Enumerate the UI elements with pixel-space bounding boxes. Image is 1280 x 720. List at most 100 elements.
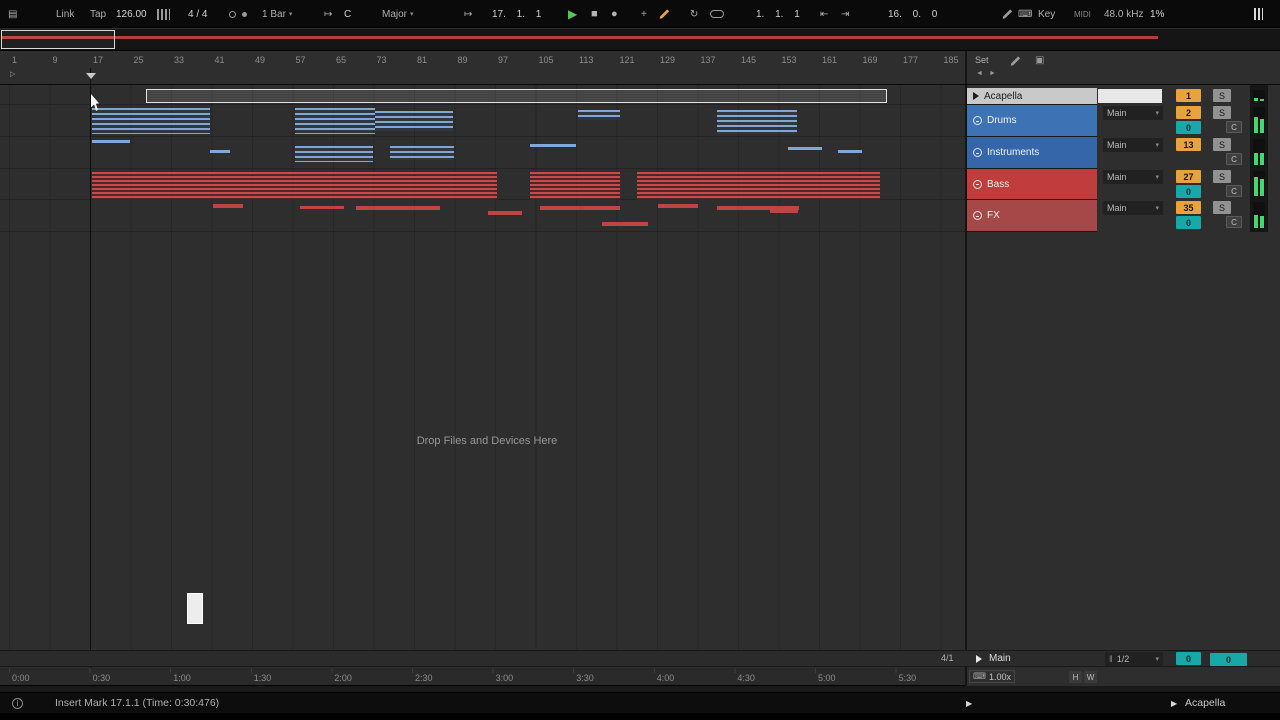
grid-interval-selector[interactable]: ‖ 1/2 ▾ xyxy=(1105,652,1163,666)
time-signature-field[interactable]: 4 / 4 xyxy=(188,0,207,28)
record-button[interactable]: ● xyxy=(611,0,618,28)
scale-menu[interactable]: Major ▾ xyxy=(382,0,414,28)
draw-mode-button[interactable] xyxy=(658,0,670,28)
marker-draw-icon[interactable] xyxy=(1009,55,1021,66)
arrangement-grid[interactable] xyxy=(0,85,965,650)
punch-out-icon[interactable]: ⇥ xyxy=(841,0,849,28)
time-signature-marker[interactable]: 4/1 xyxy=(941,653,954,663)
insert-marker-icon[interactable] xyxy=(86,73,96,79)
output-routing-selector[interactable]: Main ▾ xyxy=(1103,201,1163,215)
loop-start-field[interactable]: 1. 1. 1 xyxy=(756,0,800,28)
clip-instruments[interactable] xyxy=(530,144,576,147)
track-title-fx[interactable]: FX xyxy=(967,200,1097,231)
midi-map-button[interactable]: MIDI xyxy=(1074,0,1091,28)
master-pan-box[interactable]: 0 xyxy=(1176,652,1201,665)
crossfader-box[interactable]: 0 xyxy=(1210,653,1247,666)
clip-drums[interactable] xyxy=(375,111,453,131)
new-button[interactable]: + xyxy=(641,0,647,28)
output-routing-selector[interactable]: Main ▾ xyxy=(1103,138,1163,152)
channel-number-box[interactable]: 27 xyxy=(1176,170,1201,183)
clip-fx[interactable] xyxy=(488,211,522,215)
clip-fx[interactable] xyxy=(300,206,344,209)
track-title-instruments[interactable]: Instruments xyxy=(967,137,1097,168)
loop-start-marker-icon[interactable]: ▷ xyxy=(10,70,15,78)
crossfade-assign-button[interactable]: C xyxy=(1226,121,1242,133)
clip-drums[interactable] xyxy=(92,108,210,134)
clip-bass[interactable] xyxy=(92,172,497,200)
clip-drums[interactable] xyxy=(717,110,797,134)
link-button[interactable]: Link xyxy=(56,0,74,28)
solo-button[interactable]: S xyxy=(1213,89,1231,102)
crossfade-assign-button[interactable]: C xyxy=(1226,216,1242,228)
zoom-readout[interactable]: ⌨ 1.00x xyxy=(969,670,1016,683)
time-ruler[interactable]: 0:00 0:30 1:00 1:30 2:00 2:30 3:00 3:30 4:00 4:30… xyxy=(0,668,965,686)
unfold-icon[interactable] xyxy=(973,116,982,125)
key-map-button[interactable]: Key xyxy=(1038,0,1055,28)
overview-zoom-window[interactable] xyxy=(1,30,115,49)
follow-icon[interactable]: ↦ xyxy=(324,0,332,28)
clip-instruments[interactable] xyxy=(92,140,130,143)
metronome-icon[interactable] xyxy=(229,0,247,28)
channel-number-box[interactable]: 13 xyxy=(1176,138,1201,151)
clip-instruments[interactable] xyxy=(838,150,862,153)
clip-instruments[interactable] xyxy=(210,150,230,153)
unfold-icon[interactable] xyxy=(973,211,982,220)
solo-button[interactable]: S xyxy=(1213,138,1231,151)
key-root-field[interactable]: C xyxy=(344,0,351,28)
optimize-width-button[interactable]: W xyxy=(1084,671,1097,683)
master-track-name[interactable]: Main xyxy=(989,653,1011,664)
next-marker-icon[interactable]: ► xyxy=(989,70,996,77)
clip-instruments[interactable] xyxy=(390,146,454,160)
groove-amount-icon[interactable] xyxy=(157,0,170,28)
loop-toggle-icon[interactable] xyxy=(710,0,724,28)
fold-icon[interactable] xyxy=(976,655,982,663)
loop-length-field[interactable]: 16. 0. 0 xyxy=(888,0,937,28)
dragged-clip[interactable] xyxy=(187,593,203,624)
track-title-bass[interactable]: Bass xyxy=(967,169,1097,199)
crossfade-assign-button[interactable]: C xyxy=(1226,185,1242,197)
draw-icon[interactable] xyxy=(1001,0,1013,28)
solo-button[interactable]: S xyxy=(1213,170,1231,183)
clip-instruments[interactable] xyxy=(295,146,373,162)
clip-drums[interactable] xyxy=(295,108,375,134)
unfold-icon[interactable] xyxy=(973,148,982,157)
clip-bass[interactable] xyxy=(530,172,620,200)
stop-button[interactable]: ■ xyxy=(591,0,598,28)
set-marker-button[interactable]: Set xyxy=(975,55,989,65)
menu-icon[interactable]: ▤ xyxy=(8,0,17,28)
clip-bass[interactable] xyxy=(637,172,880,200)
automation-reenable-icon[interactable]: ↻ xyxy=(690,0,698,28)
tempo-field[interactable]: 126.00 xyxy=(116,0,147,28)
pan-value-box[interactable]: 0 xyxy=(1176,185,1201,198)
channel-number-box[interactable]: 2 xyxy=(1176,106,1201,119)
crossfade-assign-button[interactable]: C xyxy=(1226,153,1242,165)
clip-instruments[interactable] xyxy=(788,147,822,150)
tap-tempo-button[interactable]: Tap xyxy=(90,0,106,28)
channel-number-box[interactable]: 1 xyxy=(1176,89,1201,102)
track-rename-field[interactable] xyxy=(1098,89,1162,103)
clip-fx[interactable] xyxy=(356,206,440,210)
clip-drums[interactable] xyxy=(578,110,620,120)
arrangement-position-field[interactable]: 17. 1. 1 xyxy=(492,0,541,28)
solo-button[interactable]: S xyxy=(1213,106,1231,119)
punch-in-icon[interactable]: ⇤ xyxy=(820,0,828,28)
beat-time-ruler[interactable]: 1 9 17 25 33 41 49 57 65 73 81 89 97 105 113 121 129 137 1… xyxy=(0,51,1280,85)
clip-fx[interactable] xyxy=(602,222,648,226)
computer-midi-keyboard-icon[interactable]: ⌨ xyxy=(1018,0,1032,28)
track-title-acapella[interactable]: Acapella xyxy=(967,88,1097,104)
clip-acapella[interactable] xyxy=(146,89,887,103)
fold-icon[interactable] xyxy=(973,92,979,100)
clip-fx[interactable] xyxy=(540,206,620,210)
clip-fx[interactable] xyxy=(213,204,243,208)
prev-marker-icon[interactable]: ◄ xyxy=(976,70,983,77)
arrangement-follow-icon[interactable]: ↦ xyxy=(464,0,472,28)
play-button[interactable]: ▶ xyxy=(568,0,577,28)
scroll-right-icon[interactable]: ▶ xyxy=(966,699,972,708)
output-routing-selector[interactable]: Main ▾ xyxy=(1103,106,1163,120)
clip-fx[interactable] xyxy=(770,210,798,213)
arrangement-overview[interactable] xyxy=(0,29,1280,51)
lock-envelopes-icon[interactable]: ▣ xyxy=(1035,55,1044,66)
quantize-menu[interactable]: 1 Bar ▾ xyxy=(262,0,292,28)
channel-number-box[interactable]: 35 xyxy=(1176,201,1201,214)
pan-value-box[interactable]: 0 xyxy=(1176,216,1201,229)
